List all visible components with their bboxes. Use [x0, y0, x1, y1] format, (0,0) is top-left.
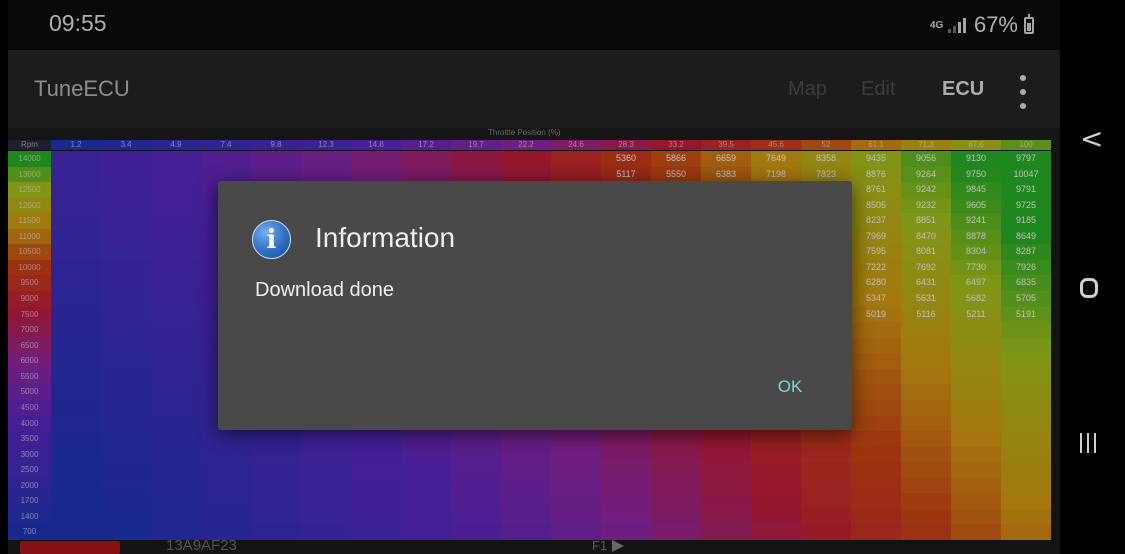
dialog-title: Information [315, 222, 456, 253]
home-icon[interactable] [1080, 278, 1098, 298]
back-icon[interactable]: < [1080, 122, 1103, 155]
ok-button[interactable]: OK [758, 369, 822, 405]
recent-apps-icon[interactable] [1080, 433, 1096, 453]
information-dialog: i Information Download done OK [218, 181, 852, 430]
system-navigation-bar: < [1060, 0, 1125, 554]
phone-device: 09:55 4G 67% TuneECU Map Edit ECU Thrott… [0, 0, 1125, 554]
app-screen: 09:55 4G 67% TuneECU Map Edit ECU Thrott… [8, 0, 1060, 554]
info-icon: i [252, 220, 291, 259]
dialog-message: Download done [255, 279, 394, 301]
